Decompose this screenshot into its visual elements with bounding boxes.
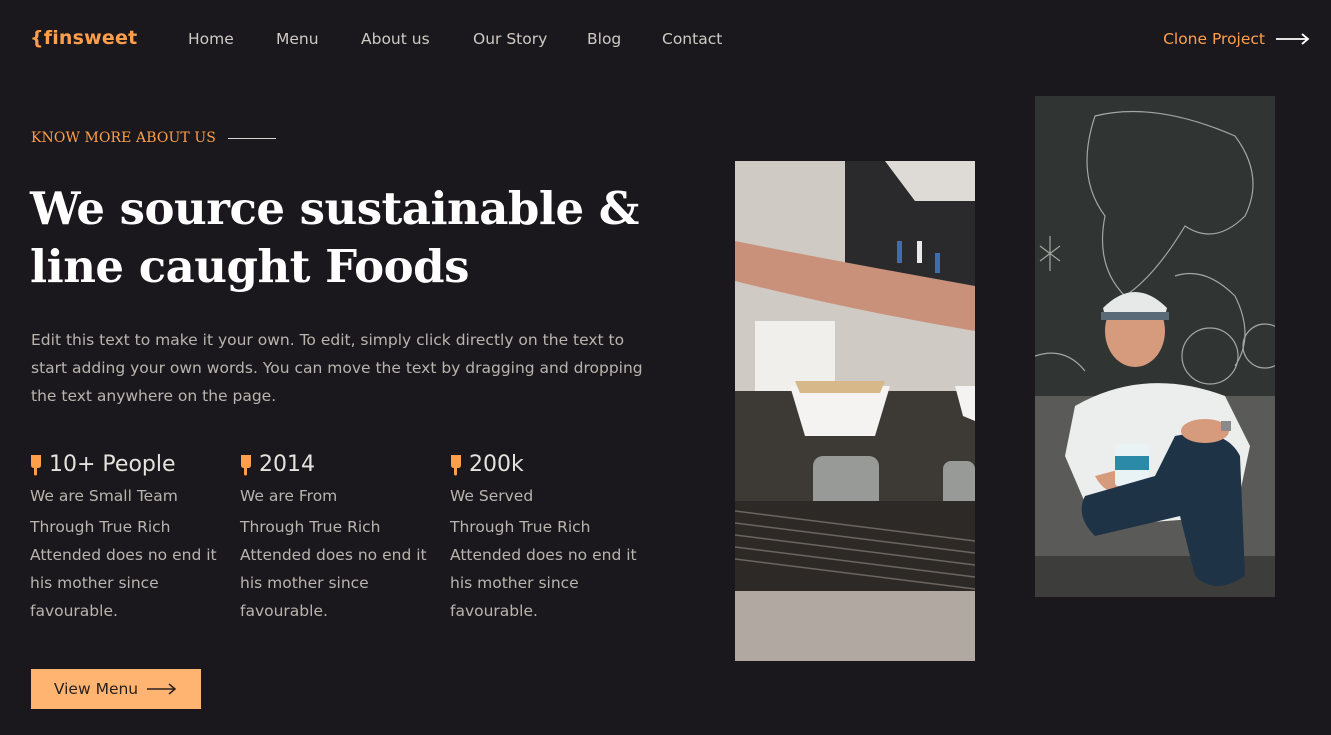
stat-description: Through True Rich Attended does no end i… (30, 518, 217, 620)
ice-cream-icon (451, 454, 461, 475)
eyebrow-text: KNOW MORE ABOUT US (31, 130, 216, 146)
view-menu-button[interactable]: View Menu (31, 669, 201, 709)
stat-value: 10+ People (49, 452, 176, 477)
stat-served: 200k We Served Through True Rich Attende… (450, 452, 650, 625)
clone-project-link[interactable]: Clone Project (1163, 30, 1311, 48)
section-eyebrow: KNOW MORE ABOUT US (31, 130, 276, 146)
headline-line-1: We source sustainable & (30, 182, 639, 235)
stat-people: 10+ People We are Small Team Through Tru… (30, 452, 230, 625)
nav-link-contact[interactable]: Contact (662, 30, 722, 48)
nav-link-about[interactable]: About us (361, 30, 430, 48)
stat-label: We are Small Team (30, 487, 178, 505)
stat-value: 200k (469, 452, 524, 477)
stat-value-row: 2014 (240, 452, 440, 477)
nav-link-home[interactable]: Home (188, 30, 234, 48)
view-menu-label: View Menu (53, 680, 139, 698)
nav-link-blog[interactable]: Blog (587, 30, 621, 48)
stat-label: We are From (240, 487, 338, 505)
barista-photo (735, 161, 975, 661)
ice-cream-icon (241, 454, 251, 475)
customer-photo (1035, 96, 1275, 597)
stat-label: We Served (450, 487, 534, 505)
eyebrow-divider (227, 137, 276, 139)
nav-link-menu[interactable]: Menu (276, 30, 319, 48)
customer-photo-illustration (1035, 96, 1275, 597)
clone-project-label: Clone Project (1163, 30, 1265, 48)
page-title: We source sustainable & line caught Food… (30, 180, 650, 296)
arrow-right-icon (147, 683, 177, 695)
brand-logo[interactable]: {finsweet (30, 27, 137, 49)
stat-value-row: 10+ People (30, 452, 230, 477)
intro-paragraph: Edit this text to make it your own. To e… (31, 331, 643, 405)
headline-line-2: line caught Foods (30, 240, 469, 293)
stat-value: 2014 (259, 452, 315, 477)
top-navigation: {finsweet Home Menu About us Our Story B… (0, 0, 1331, 80)
barista-photo-illustration (735, 161, 975, 661)
ice-cream-icon (31, 454, 41, 475)
stat-value-row: 200k (450, 452, 650, 477)
arrow-right-icon (1276, 33, 1310, 45)
stat-year: 2014 We are From Through True Rich Atten… (240, 452, 440, 625)
nav-link-our-story[interactable]: Our Story (473, 30, 547, 48)
stat-description: Through True Rich Attended does no end i… (240, 518, 427, 620)
stat-description: Through True Rich Attended does no end i… (450, 518, 637, 620)
